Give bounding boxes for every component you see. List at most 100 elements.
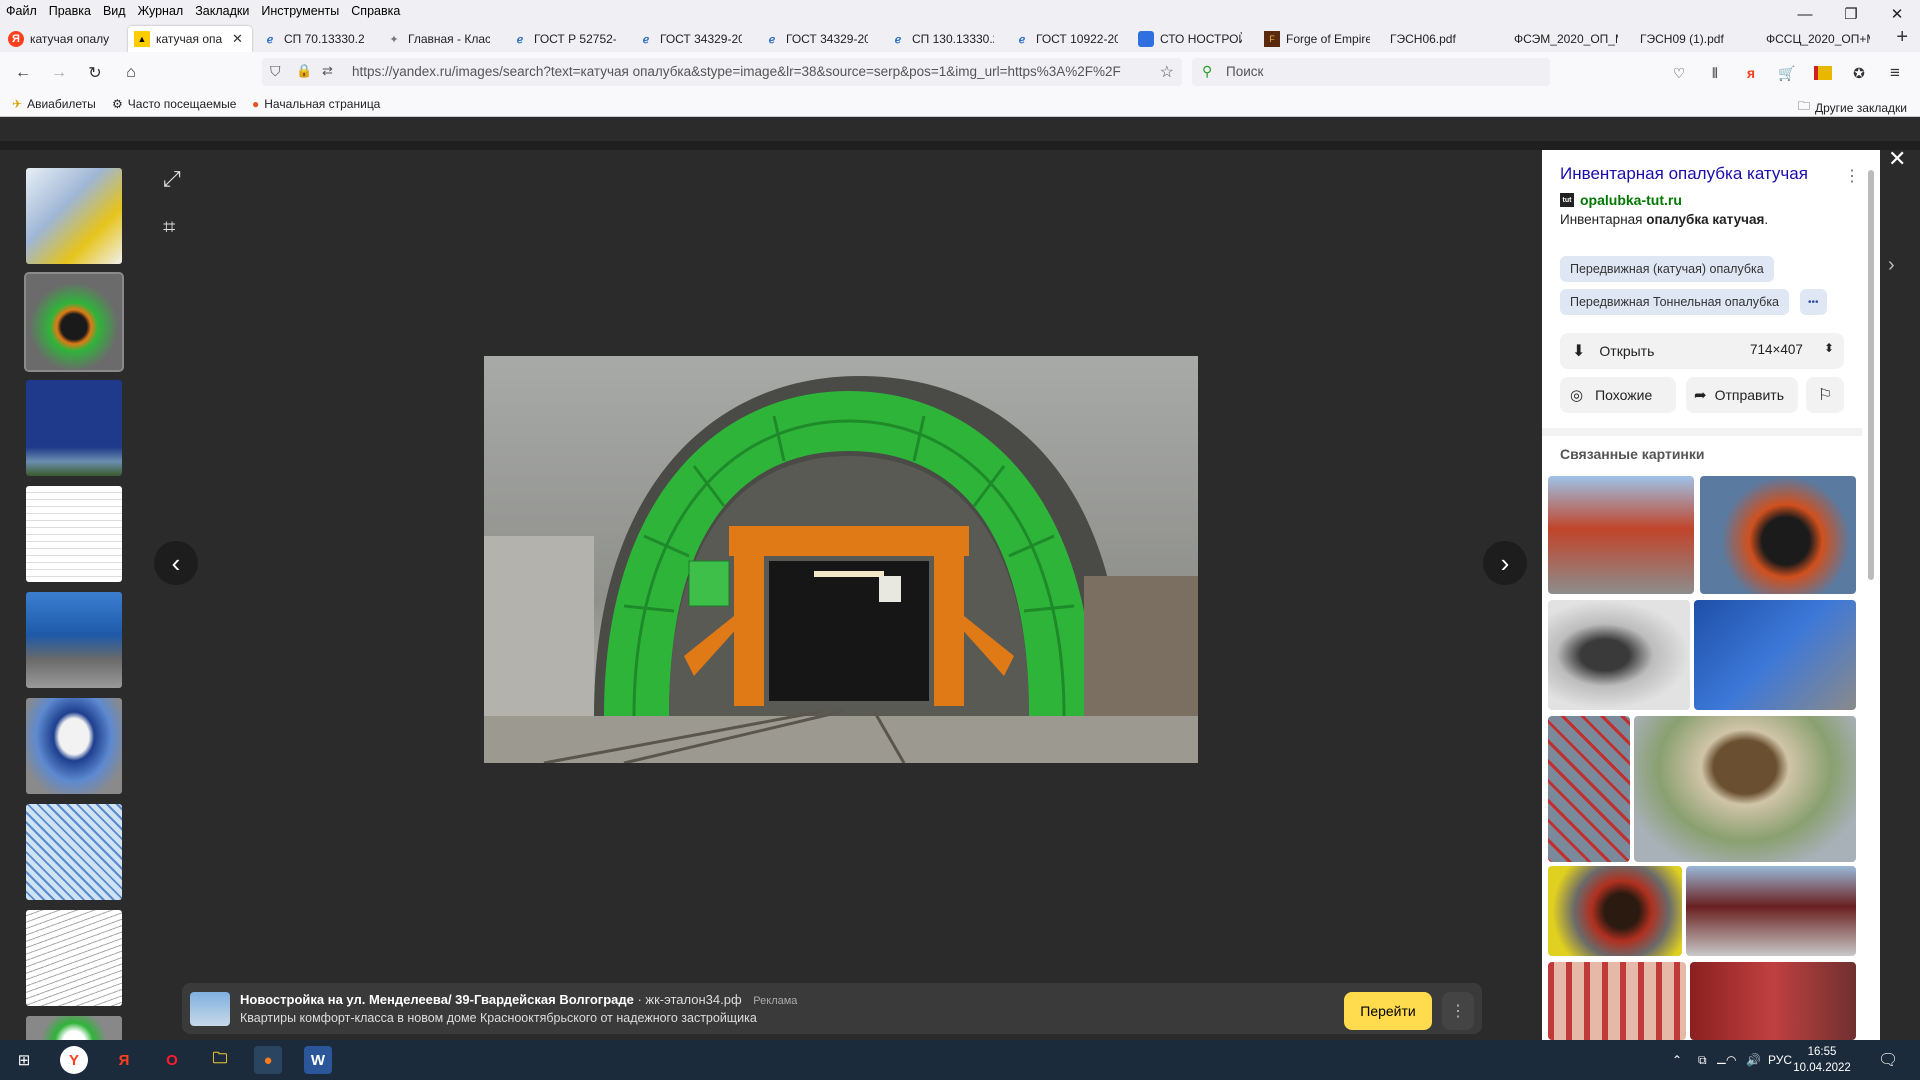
crop-icon[interactable]: ⌗ [163,214,175,240]
yandex-browser-icon[interactable]: Y [60,1046,88,1074]
thumbnail-image[interactable] [26,698,122,794]
panel-title[interactable]: Инвентарная опалубка катучая [1560,164,1808,184]
tab-sto-nostroy[interactable]: СТО НОСТРОЙ [1138,26,1242,52]
tab-sp130[interactable]: ℯ СП 130.13330.2 [890,26,994,52]
related-image[interactable] [1548,476,1694,594]
open-image-button[interactable]: ⬇ Открыть 714×407 ⬍ [1560,333,1844,369]
bookmark-aviabilety[interactable]: ✈ Авиабилеты [12,97,96,111]
menu-edit[interactable]: Правка [43,4,97,18]
thumbnail-image-selected[interactable] [24,272,124,372]
close-tab-icon[interactable]: ✕ [232,31,243,47]
back-icon[interactable]: ← [12,62,34,84]
ad-banner[interactable]: Новостройка на ул. Менделеева/ 39-Гварде… [182,983,1482,1034]
tab-gost-52752[interactable]: ℯ ГОСТ Р 52752-2 [512,26,616,52]
related-image[interactable] [1548,716,1630,862]
chip-movable-formwork[interactable]: Передвижная (катучая) опалубка [1560,256,1774,282]
tab-gesn06[interactable]: ГЭСН06.pdf [1390,26,1490,52]
yandex-app-icon[interactable]: Я [110,1046,138,1074]
home-icon[interactable]: ⌂ [120,62,142,84]
related-image[interactable] [1700,476,1856,594]
opera-icon[interactable]: O [158,1046,186,1074]
tab-klass[interactable]: ✦ Главная - Клас [386,26,490,52]
menu-view[interactable]: Вид [97,4,132,18]
tab-gesn09[interactable]: ГЭСН09 (1).pdf [1640,26,1744,52]
tab-gost-10922[interactable]: ℯ ГОСТ 10922-20 [1014,26,1118,52]
tray-chevron-icon[interactable]: ⌃ [1672,1040,1682,1080]
expand-right-icon[interactable]: › [1888,254,1895,277]
next-image-button[interactable]: › [1483,541,1527,585]
bookmark-start-page[interactable]: ● Начальная страница [252,97,380,111]
forward-icon[interactable]: → [48,62,70,84]
pocket-icon[interactable]: ♡ [1668,62,1690,84]
other-bookmarks[interactable]: 🗀 Другие закладки [1798,97,1907,118]
fullscreen-icon[interactable]: ⤢ [163,166,181,192]
main-image[interactable] [484,356,1198,763]
related-image[interactable] [1694,600,1856,710]
notifications-icon[interactable]: 🗨 [1878,1040,1898,1080]
clock[interactable]: 16:55 10.04.2022 [1790,1044,1854,1076]
thumbnail-image[interactable] [26,592,122,688]
kebab-menu-icon[interactable]: ⋮ [1844,166,1860,186]
related-image[interactable] [1686,866,1856,956]
menu-file[interactable]: Файл [0,4,43,18]
url-text[interactable]: https://yandex.ru/images/search?text=кат… [352,64,1152,79]
permissions-icon[interactable]: ⇄ [322,63,333,79]
yandex-icon[interactable]: я [1740,62,1762,84]
thumbnail-image[interactable] [26,1016,122,1042]
ad-more-button[interactable]: ⋮ [1442,992,1474,1030]
reload-icon[interactable]: ↻ [84,62,106,84]
tab-yandex-search[interactable]: Я катучая опалу [8,26,114,52]
bookmark-most-visited[interactable]: ⚙ Часто посещаемые [112,97,236,111]
new-tab-button[interactable]: + [1896,26,1908,49]
tab-yandex-images-active[interactable]: ▲ катучая опа ✕ [128,26,252,52]
menu-bookmarks[interactable]: Закладки [189,4,255,18]
language-indicator[interactable]: РУС [1768,1040,1792,1080]
extension-settings-icon[interactable]: ✪ [1848,62,1870,84]
firefox-taskbar-icon[interactable]: ● [254,1046,282,1074]
related-image[interactable] [1548,962,1686,1040]
word-icon[interactable]: W [304,1046,332,1074]
search-box[interactable]: ⚲ Поиск [1192,58,1550,86]
previous-image-button[interactable]: ‹ [154,541,198,585]
thumbnail-image[interactable] [26,804,122,900]
ad-go-button[interactable]: Перейти [1344,992,1432,1030]
menu-help[interactable]: Справка [345,4,406,18]
tab-gost-34329-a[interactable]: ℯ ГОСТ 34329-20 [638,26,742,52]
cart-icon[interactable]: 🛒 [1776,62,1798,84]
tab-gost-34329-b[interactable]: ℯ ГОСТ 34329-20 [764,26,868,52]
chip-tunnel-formwork[interactable]: Передвижная Тоннельная опалубка [1560,289,1790,315]
address-bar[interactable]: ⛉ 🔒 ⇄ https://yandex.ru/images/search?te… [262,58,1182,86]
tab-fsscc[interactable]: ФССЦ_2020_ОП+М [1766,26,1870,52]
image-size-select[interactable]: 714×407 [1750,342,1803,357]
lock-icon[interactable]: 🔒 [296,63,312,79]
close-viewer-icon[interactable]: ✕ [1888,146,1906,172]
related-image[interactable] [1548,866,1682,956]
source-site-link[interactable]: tut opalubka-tut.ru [1560,192,1682,208]
hamburger-menu-icon[interactable]: ≡ [1884,62,1906,84]
related-image[interactable] [1690,962,1856,1040]
share-button[interactable]: ➦ Отправить [1686,377,1798,413]
volume-icon[interactable]: 🔊 [1746,1040,1761,1080]
tab-fsem[interactable]: ФСЭМ_2020_ОП_М [1514,26,1618,52]
chips-more-button[interactable]: ••• [1800,289,1827,315]
shield-icon[interactable]: ⛉ [270,63,281,80]
similar-images-button[interactable]: ◎ Похожие [1560,377,1676,413]
tab-sp70[interactable]: ℯ СП 70.13330.20 [262,26,364,52]
menu-tools[interactable]: Инструменты [255,4,345,18]
thumbnail-image[interactable] [26,910,122,1006]
tab-forge-of-empires[interactable]: F Forge of Empire [1264,26,1370,52]
bookmark-star-icon[interactable]: ☆ [1160,62,1174,82]
scrollbar-thumb[interactable] [1868,170,1874,580]
panel-scrollbar[interactable] [1862,150,1880,1040]
thumbnail-image[interactable] [26,168,122,264]
ad-title[interactable]: Новостройка на ул. Менделеева/ 39-Гварде… [240,992,797,1007]
tray-device-icon[interactable]: ⧉ [1698,1040,1707,1080]
wifi-icon[interactable]: ◠ [1726,1040,1736,1080]
menu-history[interactable]: Журнал [132,4,190,18]
related-image[interactable] [1634,716,1856,862]
related-image[interactable] [1548,600,1690,710]
windows-start-icon[interactable]: ⊞ [10,1046,38,1074]
thumbnail-image[interactable] [26,486,122,582]
file-explorer-icon[interactable]: 🗀 [206,1046,234,1074]
library-icon[interactable]: ⫴ [1704,62,1726,84]
